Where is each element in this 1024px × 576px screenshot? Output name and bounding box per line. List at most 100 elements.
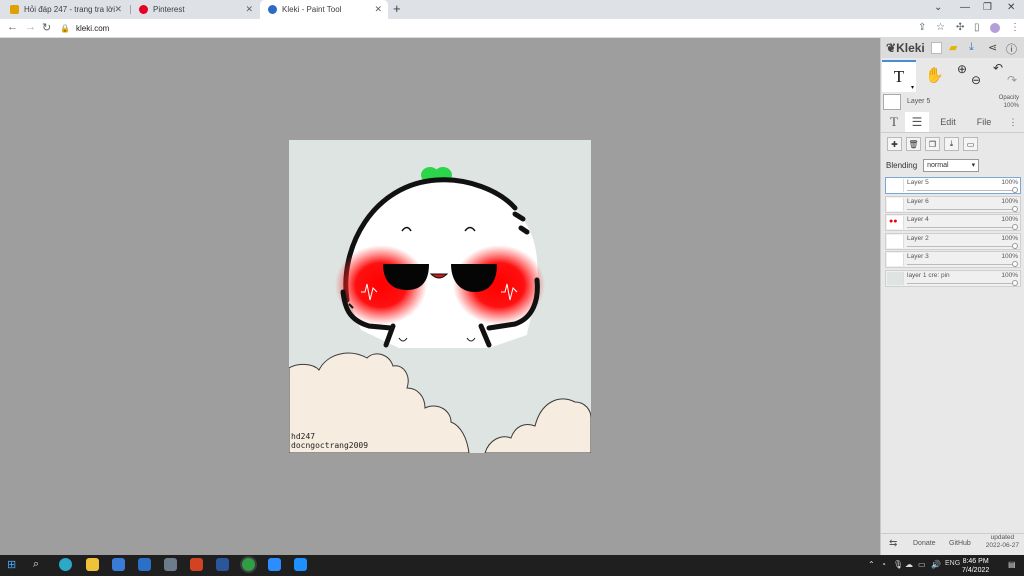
back-icon[interactable]: ← bbox=[7, 21, 18, 33]
layer-item[interactable]: Layer 2 100% bbox=[885, 232, 1021, 250]
layer-item[interactable]: ●● Layer 4 100% bbox=[885, 214, 1021, 232]
text-tool-button[interactable]: T ▾ bbox=[882, 60, 916, 92]
battery-icon[interactable]: ▭ bbox=[918, 560, 926, 569]
tab-more[interactable]: ⋮ bbox=[1005, 112, 1021, 132]
updated-info[interactable]: updated 2022-06-27 bbox=[986, 534, 1019, 550]
hand-tool-icon[interactable]: ✋ bbox=[925, 66, 944, 84]
notifications-icon[interactable]: ▤ bbox=[1008, 560, 1016, 569]
layer-opacity-slider[interactable] bbox=[907, 227, 1014, 229]
layer-item[interactable]: layer 1 cre: pin 100% bbox=[885, 269, 1021, 287]
new-tab-button[interactable]: + bbox=[393, 1, 401, 16]
watermark-line: hd247 bbox=[291, 432, 316, 441]
duplicate-layer-button[interactable]: ❐ bbox=[925, 137, 940, 151]
layer-item[interactable]: Layer 5 100% bbox=[885, 177, 1021, 194]
layer-name: Layer 5 bbox=[907, 179, 929, 186]
opacity-readout: Opacity 100% bbox=[999, 94, 1019, 110]
kleki-favicon-icon bbox=[268, 5, 277, 14]
slider-knob[interactable] bbox=[1012, 242, 1018, 249]
restore-icon[interactable]: ❐ bbox=[983, 2, 992, 13]
url-field[interactable]: 🔒 kleki.com bbox=[60, 21, 905, 35]
app-icon[interactable] bbox=[294, 558, 307, 571]
delete-layer-button[interactable]: 🗑 bbox=[906, 137, 921, 151]
swap-side-icon[interactable]: ⇆ bbox=[889, 538, 897, 549]
plus-icon: ✚ bbox=[891, 139, 898, 149]
save-download-icon[interactable]: ⤓ bbox=[969, 41, 974, 54]
new-image-icon[interactable] bbox=[931, 42, 942, 54]
redo-icon[interactable]: ↷ bbox=[1007, 73, 1017, 87]
drawing-canvas[interactable]: hd247 docngoctrang2009 bbox=[289, 140, 591, 453]
layer-item[interactable]: Layer 6 100% bbox=[885, 195, 1021, 213]
forward-icon[interactable]: → bbox=[25, 21, 36, 33]
close-tab-icon[interactable]: ✕ bbox=[114, 4, 122, 15]
minimize-icon[interactable]: — bbox=[960, 2, 970, 13]
tool-dropdown-icon[interactable]: ▾ bbox=[911, 84, 914, 91]
github-link[interactable]: GitHub bbox=[949, 540, 971, 547]
mail-icon[interactable] bbox=[138, 558, 151, 571]
slider-knob[interactable] bbox=[1012, 205, 1018, 212]
chrome-icon[interactable] bbox=[242, 558, 255, 571]
store-icon[interactable] bbox=[112, 558, 125, 571]
layer-opacity-slider[interactable] bbox=[907, 245, 1014, 247]
slider-knob[interactable] bbox=[1012, 187, 1018, 193]
lock-icon[interactable]: 🔒 bbox=[60, 24, 70, 33]
open-folder-icon[interactable]: ▰ bbox=[949, 41, 957, 54]
layer-name: Layer 6 bbox=[907, 197, 929, 205]
cloud-icon[interactable]: ☁ bbox=[905, 560, 913, 569]
chevron-down-icon: ▾ bbox=[971, 162, 976, 169]
extensions-icon[interactable]: ✣ bbox=[956, 22, 964, 33]
layer-opacity-slider[interactable] bbox=[907, 190, 1014, 191]
tab-file[interactable]: File bbox=[969, 112, 999, 132]
hoidap-favicon-icon bbox=[10, 5, 19, 14]
slider-knob[interactable] bbox=[1012, 261, 1018, 268]
undo-icon[interactable]: ↶ bbox=[993, 61, 1003, 75]
camera-icon[interactable] bbox=[164, 558, 177, 571]
help-icon[interactable]: ⓘ bbox=[1006, 41, 1017, 57]
language-indicator[interactable]: ENG bbox=[945, 560, 960, 567]
close-window-icon[interactable]: ✕ bbox=[1007, 2, 1015, 13]
tab-edit[interactable]: Edit bbox=[933, 112, 963, 132]
layer-opacity-slider[interactable] bbox=[907, 208, 1014, 210]
tray-chevron-icon[interactable]: ⌃ bbox=[868, 560, 875, 569]
side-panel-icon[interactable]: ▯ bbox=[974, 22, 980, 33]
add-layer-button[interactable]: ✚ bbox=[887, 137, 902, 151]
tab-hoidap[interactable]: Hỏi đáp 247 - trang tra lời ✕ bbox=[2, 0, 128, 19]
file-explorer-icon[interactable] bbox=[86, 558, 99, 571]
zoom-app-icon[interactable] bbox=[268, 558, 281, 571]
share-icon[interactable]: ⋖ bbox=[988, 41, 997, 54]
volume-icon[interactable]: 🔊 bbox=[931, 560, 941, 569]
blending-select[interactable]: normal ▾ bbox=[923, 158, 980, 172]
share-icon[interactable]: ⇪ bbox=[918, 22, 926, 33]
bookmark-star-icon[interactable]: ☆ bbox=[936, 22, 945, 33]
tab-pinterest[interactable]: Pinterest ✕ bbox=[131, 0, 259, 19]
layer-thumbnail bbox=[887, 253, 904, 267]
layer-opacity-slider[interactable] bbox=[907, 282, 1014, 284]
word-icon[interactable] bbox=[216, 558, 229, 571]
tab-kleki[interactable]: Kleki - Paint Tool ✕ bbox=[260, 0, 388, 19]
kleki-logo[interactable]: ❦Kleki bbox=[886, 41, 925, 55]
layer-item[interactable]: Layer 3 100% bbox=[885, 251, 1021, 269]
slider-knob[interactable] bbox=[1012, 224, 1018, 231]
layer-opacity-slider[interactable] bbox=[907, 264, 1014, 266]
slider-knob[interactable] bbox=[1012, 279, 1018, 286]
windows-start-icon[interactable]: ⊞ bbox=[7, 558, 16, 571]
donate-link[interactable]: Donate bbox=[913, 540, 936, 547]
tab-layers[interactable]: ☰ bbox=[905, 112, 929, 132]
profile-avatar[interactable] bbox=[990, 23, 1000, 33]
tab-search-chevron-icon[interactable]: ⌄ bbox=[934, 2, 942, 13]
powerpoint-icon[interactable] bbox=[190, 558, 203, 571]
zoom-out-icon[interactable]: ⊖ bbox=[971, 73, 981, 87]
reload-icon[interactable]: ↻ bbox=[42, 21, 51, 34]
tab-text-tool[interactable]: T bbox=[883, 112, 905, 132]
mic-icon[interactable]: 🎙 bbox=[893, 560, 903, 569]
merge-layer-button[interactable]: ⤓ bbox=[944, 137, 959, 151]
edge-icon[interactable] bbox=[59, 558, 72, 571]
close-tab-icon[interactable]: ✕ bbox=[245, 4, 253, 15]
clock-date: 7/4/2022 bbox=[962, 567, 990, 574]
close-tab-icon[interactable]: ✕ bbox=[374, 4, 382, 15]
taskbar-clock[interactable]: 8:46 PM 7/4/2022 bbox=[962, 557, 989, 575]
zoom-in-icon[interactable]: ⊕ bbox=[957, 62, 967, 76]
rename-layer-button[interactable]: ▭ bbox=[963, 137, 978, 151]
network-icon[interactable]: ◔ bbox=[881, 560, 886, 569]
search-icon[interactable]: ⌕ bbox=[33, 558, 39, 571]
browser-menu-icon[interactable]: ⋮ bbox=[1010, 22, 1020, 33]
